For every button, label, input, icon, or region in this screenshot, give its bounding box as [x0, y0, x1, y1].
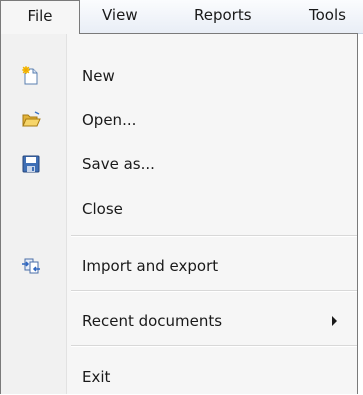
submenu-arrow-icon: [332, 316, 337, 326]
import-export-icon: [21, 256, 41, 276]
menu-tools[interactable]: Tools: [309, 0, 346, 33]
menu-separator: [71, 345, 357, 347]
floppy-disk-icon: [21, 154, 41, 174]
menu-item-import-export-label: Import and export: [82, 257, 219, 275]
menu-bar: File View Reports Tools: [0, 0, 363, 34]
menu-separator: [71, 290, 357, 292]
menu-item-exit[interactable]: Exit: [1, 359, 357, 395]
menu-item-save-as[interactable]: Save as...: [1, 146, 357, 182]
menu-item-import-export[interactable]: Import and export: [1, 248, 357, 284]
menu-item-recent-documents[interactable]: Recent documents: [1, 303, 357, 339]
menu-separator: [71, 235, 357, 237]
menu-item-open-label: Open...: [82, 111, 137, 129]
menu-item-save-as-label: Save as...: [82, 155, 155, 173]
menu-item-close[interactable]: Close: [1, 191, 357, 227]
menu-item-exit-label: Exit: [82, 368, 111, 386]
open-folder-icon: [21, 110, 41, 130]
menu-file[interactable]: File: [0, 0, 80, 34]
menu-item-new[interactable]: New: [1, 58, 357, 94]
file-dropdown-menu: New Open... Save as... Close Import and …: [0, 33, 358, 394]
menu-item-open[interactable]: Open...: [1, 102, 357, 138]
new-document-icon: [21, 66, 41, 86]
menu-reports[interactable]: Reports: [194, 0, 252, 33]
menu-item-new-label: New: [82, 67, 115, 85]
menu-item-recent-documents-label: Recent documents: [82, 312, 223, 330]
menu-item-close-label: Close: [82, 200, 123, 218]
menu-view[interactable]: View: [102, 0, 138, 33]
